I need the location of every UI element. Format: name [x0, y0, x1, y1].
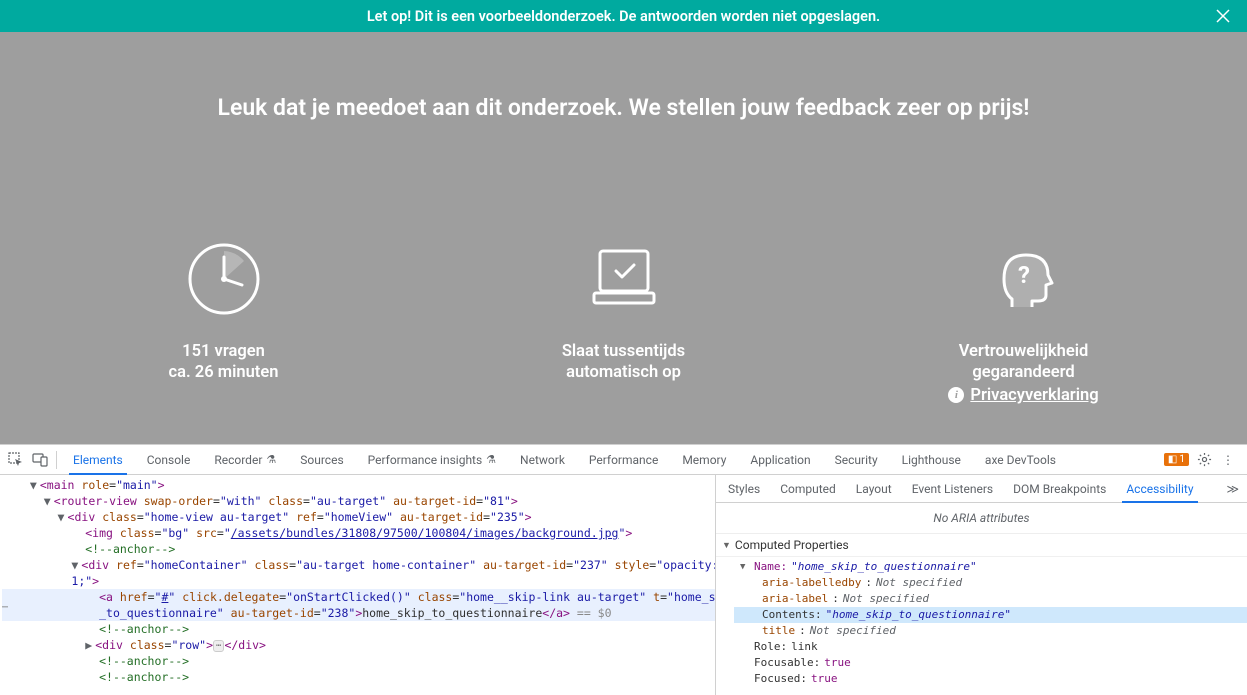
privacy-line1: Vertrouwelijkheid — [959, 341, 1089, 362]
inspect-icon[interactable] — [4, 446, 28, 474]
privacy-link[interactable]: Privacyverklaring — [970, 386, 1098, 405]
devtools-toolbar: Elements Console Recorder⚗ Sources Perfo… — [0, 445, 1247, 475]
laptop-icon — [586, 241, 662, 317]
info-icon: i — [948, 387, 964, 403]
questions-count: 151 vragen — [182, 341, 265, 362]
flask-icon: ⚗ — [486, 453, 496, 466]
tab-security[interactable]: Security — [823, 445, 890, 475]
side-tab-accessibility[interactable]: Accessibility — [1116, 475, 1203, 503]
privacy-line2: gegarandeerd — [972, 362, 1074, 383]
no-aria-text: No ARIA attributes — [716, 503, 1247, 534]
intro-heading: Leuk dat je meedoet aan dit onderzoek. W… — [0, 94, 1247, 121]
elements-tree[interactable]: ⋯ ▼<main role="main"> ▼<router-view swap… — [0, 475, 716, 695]
tab-elements[interactable]: Elements — [61, 445, 135, 475]
close-icon[interactable] — [1215, 8, 1231, 24]
side-more-icon[interactable]: ≫ — [1220, 482, 1245, 496]
gutter-dots: ⋯ — [0, 600, 8, 616]
more-icon[interactable]: ⋮ — [1219, 451, 1237, 469]
banner-text: Let op! Dit is een voorbeeldonderzoek. D… — [367, 8, 880, 25]
issues-badge[interactable]: ◧ 1 — [1164, 453, 1189, 466]
autosave-line1: Slaat tussentijds — [562, 341, 685, 362]
tab-console[interactable]: Console — [135, 445, 203, 475]
sidebar-tabs: Styles Computed Layout Event Listeners D… — [716, 475, 1247, 503]
clock-icon — [186, 241, 262, 317]
duration: ca. 26 minuten — [169, 362, 279, 383]
tab-sources[interactable]: Sources — [288, 445, 355, 475]
side-tab-dom-breakpoints[interactable]: DOM Breakpoints — [1003, 475, 1116, 503]
info-privacy: ? Vertrouwelijkheid gegarandeerd i Priva… — [914, 241, 1134, 405]
gear-icon[interactable] — [1195, 451, 1213, 469]
side-tab-computed[interactable]: Computed — [770, 475, 846, 503]
side-tab-event-listeners[interactable]: Event Listeners — [902, 475, 1003, 503]
accessibility-panel: No ARIA attributes ▼Computed Properties … — [716, 503, 1247, 695]
tab-axe-devtools[interactable]: axe DevTools — [973, 445, 1068, 475]
tab-network[interactable]: Network — [508, 445, 577, 475]
tab-lighthouse[interactable]: Lighthouse — [890, 445, 973, 475]
tab-application[interactable]: Application — [738, 445, 822, 475]
tab-recorder[interactable]: Recorder⚗ — [202, 445, 288, 475]
warning-banner: Let op! Dit is een voorbeeldonderzoek. D… — [0, 0, 1247, 32]
devtools: Elements Console Recorder⚗ Sources Perfo… — [0, 444, 1247, 695]
survey-page: Let op! Dit is een voorbeeldonderzoek. D… — [0, 0, 1247, 444]
privacy-head-icon: ? — [986, 241, 1062, 317]
info-autosave: Slaat tussentijds automatisch op — [514, 241, 734, 405]
autosave-line2: automatisch op — [566, 362, 681, 383]
info-row: 151 vragen ca. 26 minuten Slaat tussenti… — [0, 241, 1247, 405]
side-tab-styles[interactable]: Styles — [718, 475, 770, 503]
devtools-sidebar: Styles Computed Layout Event Listeners D… — [716, 475, 1247, 695]
flask-icon: ⚗ — [266, 453, 276, 466]
side-tab-layout[interactable]: Layout — [846, 475, 902, 503]
tab-performance[interactable]: Performance — [577, 445, 670, 475]
info-questions: 151 vragen ca. 26 minuten — [114, 241, 334, 405]
device-toggle-icon[interactable] — [28, 446, 52, 474]
tab-memory[interactable]: Memory — [670, 445, 738, 475]
svg-text:?: ? — [1018, 261, 1030, 289]
tab-perf-insights[interactable]: Performance insights⚗ — [356, 445, 508, 475]
computed-properties-header[interactable]: ▼Computed Properties — [716, 534, 1247, 557]
